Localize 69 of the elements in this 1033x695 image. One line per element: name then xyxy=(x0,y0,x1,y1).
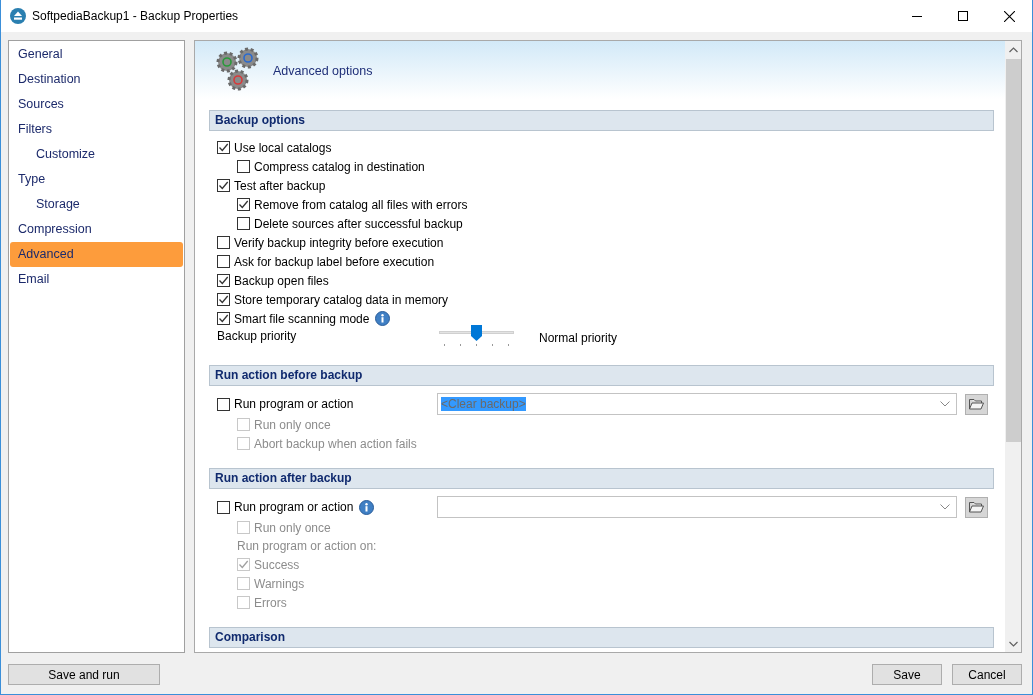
checkbox[interactable] xyxy=(217,312,230,325)
slider-reading: Normal priority xyxy=(539,331,617,345)
window-title: SoftpediaBackup1 - Backup Properties xyxy=(32,9,240,23)
folder-icon xyxy=(969,398,984,410)
checkbox-label: Run only once xyxy=(254,417,331,432)
sidebar-item[interactable]: Compression xyxy=(10,217,183,242)
sidebar-item[interactable]: Sources xyxy=(10,92,183,117)
checkbox-label: Errors xyxy=(254,595,287,610)
close-icon[interactable] xyxy=(1003,10,1015,22)
checkbox-label: Verify backup integrity before execution xyxy=(234,235,444,250)
sidebar-item[interactable]: Advanced xyxy=(10,242,183,267)
sidebar-item[interactable]: Customize xyxy=(10,142,183,167)
scroll-down-icon[interactable] xyxy=(1008,640,1018,647)
checkbox[interactable] xyxy=(217,397,230,411)
checkbox[interactable] xyxy=(237,198,250,211)
checkbox-label: Run program or action xyxy=(234,397,354,411)
folder-icon xyxy=(969,501,984,513)
dropdown-field[interactable] xyxy=(437,496,957,518)
priority-slider[interactable] xyxy=(439,325,514,345)
checkbox[interactable] xyxy=(217,255,230,268)
cancel-button[interactable]: Cancel xyxy=(952,664,1022,685)
sidebar-item[interactable]: Type xyxy=(10,167,183,192)
info-icon[interactable] xyxy=(359,499,375,515)
caret-icon xyxy=(940,504,950,510)
checkbox-label: Test after backup xyxy=(234,178,326,193)
slider-label: Backup priority xyxy=(217,329,298,343)
checkbox-label: Run program or action xyxy=(234,500,354,514)
checkbox[interactable] xyxy=(217,293,230,306)
checkbox[interactable] xyxy=(237,160,250,173)
checkbox-label: Smart file scanning mode xyxy=(234,311,370,326)
browse-button[interactable] xyxy=(965,393,988,415)
caret-icon xyxy=(940,401,950,407)
checkbox-label: Warnings xyxy=(254,576,305,591)
sidebar-item[interactable]: Storage xyxy=(10,192,183,217)
section-header: Backup options xyxy=(209,110,994,131)
panel-title: Advanced options xyxy=(273,64,373,78)
slider-thumb[interactable] xyxy=(471,325,482,341)
checkbox-label: Backup open files xyxy=(234,273,329,288)
checkbox-label: Remove from catalog all files with errors xyxy=(254,197,468,212)
info-icon[interactable] xyxy=(375,311,391,326)
checkbox-label: Use local catalogs xyxy=(234,140,332,155)
sidebar-item[interactable]: Filters xyxy=(10,117,183,142)
checkbox[interactable] xyxy=(217,179,230,192)
checkbox[interactable] xyxy=(237,217,250,230)
sidebar-item[interactable]: Destination xyxy=(10,67,183,92)
checkbox[interactable] xyxy=(217,274,230,287)
scrollbar[interactable] xyxy=(1005,41,1021,652)
checkbox-label: Compress catalog in destination xyxy=(254,159,425,174)
checkbox-label: Ask for backup label before execution xyxy=(234,254,435,269)
maximize-icon[interactable] xyxy=(958,11,968,21)
checkbox[interactable] xyxy=(217,500,230,514)
checkbox[interactable] xyxy=(217,141,230,154)
section-header: Run action after backup xyxy=(209,468,994,489)
app-logo-icon xyxy=(10,8,26,24)
save-and-run-button[interactable]: Save and run xyxy=(8,664,160,685)
scroll-up-icon[interactable] xyxy=(1008,46,1018,53)
checkbox-label: Run only once xyxy=(254,520,331,535)
sidebar-item[interactable]: General xyxy=(10,42,183,67)
checkbox-label: Success xyxy=(254,557,300,572)
checkbox[interactable] xyxy=(217,236,230,249)
checkbox-label: Abort backup when action fails xyxy=(254,436,417,451)
section-header: Run action before backup xyxy=(209,365,994,386)
sidebar-item[interactable]: Email xyxy=(10,267,183,292)
checkbox-label: Delete sources after successful backup xyxy=(254,216,463,231)
browse-button[interactable] xyxy=(965,496,988,518)
save-button[interactable]: Save xyxy=(872,664,942,685)
checkbox-label: Store temporary catalog data in memory xyxy=(234,292,449,307)
section-header: Comparison xyxy=(209,627,994,648)
note-text: Run program or action on: xyxy=(237,538,378,555)
